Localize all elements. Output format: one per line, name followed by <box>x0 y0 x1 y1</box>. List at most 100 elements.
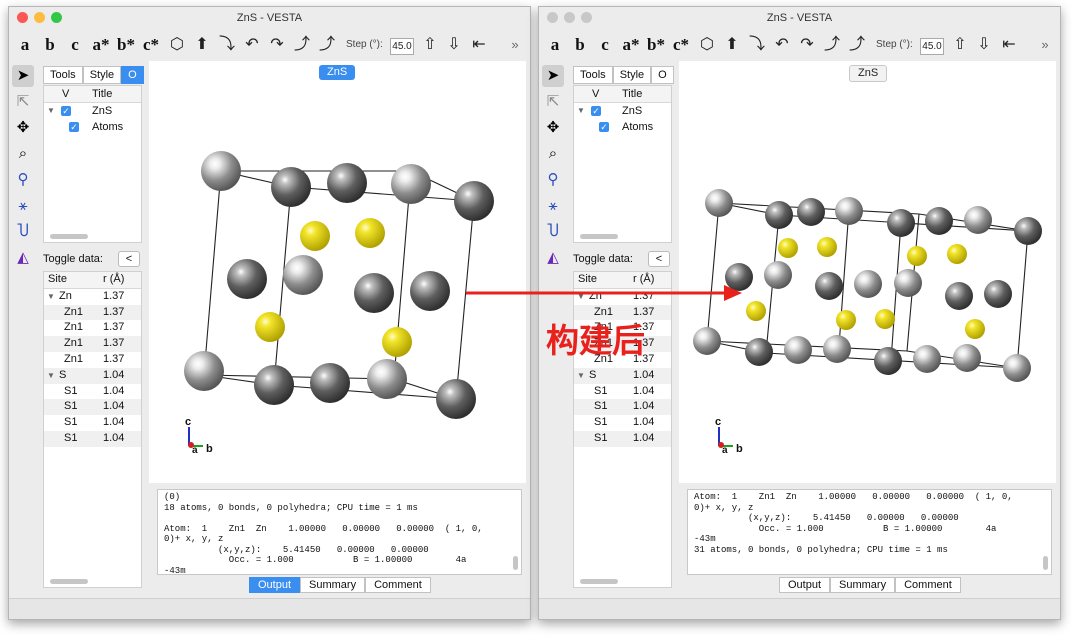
view-along-a-star-button[interactable]: a* <box>89 29 113 61</box>
tab-objects[interactable]: O <box>651 66 674 84</box>
structure-viewport[interactable]: ZnS c a b <box>679 61 1056 483</box>
minimize-window-button[interactable] <box>34 12 45 23</box>
table-row[interactable]: S1 1.04 <box>574 384 671 400</box>
output-panel[interactable]: Atom: 1 Zn1 Zn 1.00000 0.00000 0.00000 (… <box>687 489 1052 575</box>
object-row-zns[interactable]: ▼ ✓ ZnS <box>44 103 141 119</box>
expand-arrow-icon[interactable]: ▼ <box>47 103 55 119</box>
horizontal-scrollbar[interactable] <box>50 579 88 584</box>
translate-icon[interactable]: ⇤ <box>467 29 491 61</box>
distance-tool-icon[interactable]: ⚲ <box>542 169 564 191</box>
tab-style[interactable]: Style <box>612 66 652 84</box>
select-tool-icon[interactable]: ➤ <box>12 65 34 87</box>
view-along-a-star-button[interactable]: a* <box>619 29 643 61</box>
table-row[interactable]: S1 1.04 <box>574 399 671 416</box>
step-input[interactable]: 45.0 <box>920 38 944 55</box>
rotate-cw-icon[interactable]: ⤴ <box>315 29 339 61</box>
table-row[interactable]: Zn1 1.37 <box>574 352 671 368</box>
magnify-tool-icon[interactable]: ⌕ <box>12 143 34 165</box>
crystal-structure-view[interactable]: c a b <box>149 61 526 483</box>
visibility-checkbox[interactable]: ✓ <box>69 122 79 132</box>
view-along-b-button[interactable]: b <box>38 29 62 61</box>
tab-summary[interactable]: Summary <box>300 577 366 593</box>
table-row[interactable]: S1 1.04 <box>574 430 671 447</box>
rotate-right-icon[interactable]: ↷ <box>265 29 289 61</box>
dihedral-tool-icon[interactable]: Ⴎ <box>542 221 564 243</box>
vertical-scrollbar[interactable] <box>1043 556 1048 570</box>
tab-summary[interactable]: Summary <box>830 577 896 593</box>
toolbar-overflow-button[interactable]: » <box>503 29 527 61</box>
rotate-right-icon[interactable]: ↷ <box>795 29 819 61</box>
table-row[interactable]: Zn1 1.37 <box>44 304 141 321</box>
zoom-window-button[interactable] <box>51 12 62 23</box>
output-panel[interactable]: (0) 18 atoms, 0 bonds, 0 polyhedra; CPU … <box>157 489 522 575</box>
table-row[interactable]: Zn1 1.37 <box>44 320 141 336</box>
translate-tool-icon[interactable]: ✥ <box>12 117 34 139</box>
tab-output[interactable]: Output <box>249 577 301 593</box>
table-row[interactable]: S1 1.04 <box>44 415 141 431</box>
rotate-cw-icon[interactable]: ⤴ <box>845 29 869 61</box>
polyhedron-icon[interactable]: ⬡ <box>165 29 189 61</box>
rotate-left-icon[interactable]: ↶ <box>770 29 794 61</box>
view-along-b-button[interactable]: b <box>568 29 592 61</box>
visibility-checkbox[interactable]: ✓ <box>61 106 71 116</box>
view-along-c-star-button[interactable]: c* <box>669 29 693 61</box>
table-row[interactable]: ▼ S 1.04 <box>44 367 141 384</box>
table-row[interactable]: ▼ S 1.04 <box>574 367 671 384</box>
expand-arrow-icon[interactable]: ▼ <box>47 368 55 384</box>
rotate-left-icon[interactable]: ↶ <box>240 29 264 61</box>
view-along-a-button[interactable]: a <box>543 29 567 61</box>
rotate-down-icon[interactable]: ⤵ <box>215 29 239 61</box>
table-row[interactable]: S1 1.04 <box>44 399 141 416</box>
select-tool-icon[interactable]: ➤ <box>542 65 564 87</box>
horizontal-scrollbar[interactable] <box>50 234 88 239</box>
minimize-window-button[interactable] <box>564 12 575 23</box>
tab-tools[interactable]: Tools <box>43 66 83 84</box>
structure-viewport[interactable]: ZnS c a b <box>149 61 526 483</box>
rotate-up-icon[interactable]: ⬆ <box>720 29 744 61</box>
close-window-button[interactable] <box>17 12 28 23</box>
visibility-checkbox[interactable]: ✓ <box>591 106 601 116</box>
distance-tool-icon[interactable]: ⚲ <box>12 169 34 191</box>
table-row[interactable]: S1 1.04 <box>574 415 671 431</box>
rotate-down-icon[interactable]: ⤵ <box>745 29 769 61</box>
expand-arrow-icon[interactable]: ▼ <box>577 103 585 119</box>
view-along-c-button[interactable]: c <box>63 29 87 61</box>
translate-tool-icon[interactable]: ✥ <box>542 117 564 139</box>
tab-comment[interactable]: Comment <box>365 577 431 593</box>
tab-tools[interactable]: Tools <box>573 66 613 84</box>
select-box-tool-icon[interactable]: ⇱ <box>12 91 34 113</box>
tab-objects[interactable]: O <box>121 66 144 84</box>
rotate-up-icon[interactable]: ⬆ <box>190 29 214 61</box>
rotate-ccw-icon[interactable]: ⤴ <box>820 29 844 61</box>
tab-style[interactable]: Style <box>82 66 122 84</box>
toggle-data-button[interactable]: < <box>648 251 670 267</box>
step-up-icon[interactable]: ⇧ <box>948 29 972 61</box>
view-along-b-star-button[interactable]: b* <box>644 29 668 61</box>
object-row-atoms[interactable]: ✓ Atoms <box>574 119 671 135</box>
view-along-a-button[interactable]: a <box>13 29 37 61</box>
translate-icon[interactable]: ⇤ <box>997 29 1021 61</box>
angle-tool-icon[interactable]: ⚹ <box>12 195 34 217</box>
rotate-ccw-icon[interactable]: ⤴ <box>290 29 314 61</box>
horizontal-scrollbar[interactable] <box>580 234 618 239</box>
view-along-b-star-button[interactable]: b* <box>114 29 138 61</box>
view-along-c-star-button[interactable]: c* <box>139 29 163 61</box>
lattice-plane-tool-icon[interactable]: ◭ <box>12 247 34 269</box>
visibility-checkbox[interactable]: ✓ <box>599 122 609 132</box>
table-row[interactable]: S1 1.04 <box>44 430 141 447</box>
expand-arrow-icon[interactable]: ▼ <box>577 368 585 384</box>
horizontal-scrollbar[interactable] <box>580 579 618 584</box>
angle-tool-icon[interactable]: ⚹ <box>542 195 564 217</box>
table-row[interactable]: Zn1 1.37 <box>574 336 671 352</box>
view-along-c-button[interactable]: c <box>593 29 617 61</box>
object-row-zns[interactable]: ▼ ✓ ZnS <box>574 103 671 119</box>
magnify-tool-icon[interactable]: ⌕ <box>542 143 564 165</box>
object-row-atoms[interactable]: ✓ Atoms <box>44 119 141 135</box>
tab-comment[interactable]: Comment <box>895 577 961 593</box>
table-row[interactable]: Zn1 1.37 <box>574 320 671 336</box>
expand-arrow-icon[interactable]: ▼ <box>577 289 585 305</box>
polyhedron-icon[interactable]: ⬡ <box>695 29 719 61</box>
table-row[interactable]: ▼ Zn 1.37 <box>574 289 671 305</box>
lattice-plane-tool-icon[interactable]: ◭ <box>542 247 564 269</box>
step-up-icon[interactable]: ⇧ <box>418 29 442 61</box>
